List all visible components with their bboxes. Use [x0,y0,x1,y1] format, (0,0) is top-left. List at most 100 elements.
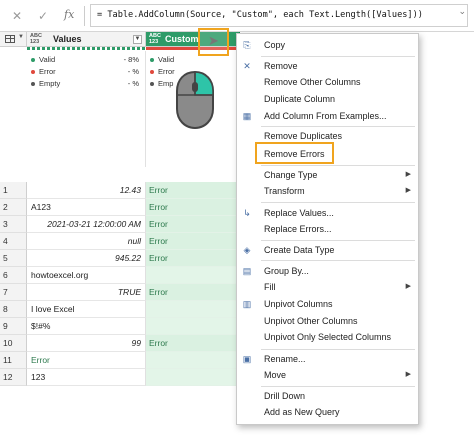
menu-item-label: Move [264,370,287,380]
cell-values[interactable]: 123 [27,369,146,386]
cell-values[interactable]: A123 [27,199,146,216]
remove-column-icon: ✕ [243,61,251,71]
cell-values[interactable]: howtoexcel.org [27,267,146,284]
menu-item-label: Remove Duplicates [264,131,343,141]
cell-custom[interactable]: Error [146,284,240,301]
formula-bar: ✕ ✓ fx = Table.AddColumn(Source, "Custom… [0,0,474,32]
menu-item-create-data-type[interactable]: ◈ Create Data Type [237,243,418,258]
row-number[interactable]: 9 [0,318,27,335]
cell-custom[interactable]: Error [146,216,240,233]
menu-item-unpivot-only-selected-columns[interactable]: Unpivot Only Selected Columns [237,330,418,345]
menu-item-label: Unpivot Other Columns [264,316,358,326]
row-number[interactable]: 10 [0,335,27,352]
menu-item-fill[interactable]: Fill ▶ [237,280,418,295]
menu-item-label: Add as New Query [264,407,340,417]
cell-values[interactable]: 945.22 [27,250,146,267]
column-header-values[interactable]: ABC 123 Values ▼ [27,32,146,47]
cell-values[interactable]: Error [27,352,146,369]
row-number[interactable]: 3 [0,216,27,233]
menu-item-remove[interactable]: ✕ Remove [237,59,418,74]
menu-item-label: Change Type [264,170,318,180]
column-context-menu: ⎘ Copy ✕ Remove Remove Other Columns Duplicat… [236,33,419,425]
cell-values[interactable]: 99 [27,335,146,352]
cell-values[interactable]: 2021-03-21 12:00:00 AM [27,216,146,233]
group-by-icon: ▤ [242,266,252,276]
cell-custom[interactable] [146,267,240,284]
row-number[interactable]: 12 [0,369,27,386]
cell-custom[interactable]: Error [146,250,240,267]
cell-values[interactable]: 12.43 [27,182,146,199]
valid-dot [31,58,35,63]
check-icon[interactable]: ✓ [36,9,50,23]
menu-item-rename[interactable]: ▣ Rename... [237,352,418,367]
menu-item-replace-errors[interactable]: Replace Errors... [237,222,418,237]
cell-custom[interactable]: Error [146,233,240,250]
data-grid: ▼ ABC 123 Values ▼ ABC 123 Custom Valid - … [0,32,270,438]
menu-separator [261,165,415,166]
column-title: Custom [165,34,199,44]
menu-item-label: Copy [264,40,286,50]
row-number[interactable]: 4 [0,233,27,250]
table-menu-button[interactable]: ▼ [0,32,27,47]
row-number[interactable]: 5 [0,250,27,267]
menu-item-label: Rename... [264,354,306,364]
data-type-icon: ◈ [243,245,251,255]
row-number[interactable]: 2 [0,199,27,216]
mouse-illustration [176,71,214,129]
type-icon[interactable]: ABC 123 [30,33,42,45]
menu-item-label: Unpivot Columns [264,299,333,309]
cell-values[interactable]: $!#% [27,318,146,335]
menu-item-replace-values[interactable]: ↳ Replace Values... [237,206,418,221]
chevron-down-icon: ▼ [18,34,24,40]
menu-separator [261,240,415,241]
menu-item-transform[interactable]: Transform ▶ [237,184,418,199]
menu-item-label: Replace Errors... [264,224,332,234]
menu-item-move[interactable]: Move ▶ [237,368,418,383]
formula-input[interactable]: = Table.AddColumn(Source, "Custom", each… [90,4,468,27]
menu-item-drill-down[interactable]: Drill Down [237,389,418,404]
menu-item-label: Group By... [264,266,309,276]
cell-values[interactable]: TRUE [27,284,146,301]
formula-divider [84,6,85,26]
cell-custom[interactable] [146,301,240,318]
cell-values[interactable]: I love Excel [27,301,146,318]
row-number[interactable]: 11 [0,352,27,369]
chevron-down-icon[interactable]: ⌄ [458,6,466,17]
menu-item-add-as-new-query[interactable]: Add as New Query [237,405,418,420]
menu-item-unpivot-columns[interactable]: ▥ Unpivot Columns [237,297,418,312]
cell-custom[interactable]: Error [146,335,240,352]
menu-item-remove-other-columns[interactable]: Remove Other Columns [237,75,418,90]
type-icon[interactable]: ABC 123 [149,33,161,45]
menu-item-duplicate-column[interactable]: Duplicate Column [237,92,418,107]
cell-values[interactable]: null [27,233,146,250]
cell-custom[interactable]: Error [146,199,240,216]
cell-custom[interactable]: Error [146,182,240,199]
remove-errors-highlight [255,142,334,164]
menu-item-label: Remove [264,61,298,71]
row-number[interactable]: 8 [0,301,27,318]
submenu-arrow-icon: ▶ [405,371,411,378]
submenu-arrow-icon: ▶ [405,171,411,178]
menu-item-group-by[interactable]: ▤ Group By... [237,264,418,279]
row-number[interactable]: 1 [0,182,27,199]
cursor-arrow-icon: ➤ [208,33,219,48]
close-icon[interactable]: ✕ [10,9,24,23]
row-number[interactable]: 7 [0,284,27,301]
profile-error: Error - % [31,67,139,78]
cell-custom[interactable] [146,369,240,386]
menu-item-copy[interactable]: ⎘ Copy [237,38,418,53]
menu-item-unpivot-other-columns[interactable]: Unpivot Other Columns [237,314,418,329]
rename-icon: ▣ [242,354,252,364]
column-title: Values [53,34,82,44]
cell-custom[interactable] [146,318,240,335]
filter-dropdown-icon[interactable]: ▼ [133,35,142,44]
cell-custom[interactable] [146,352,240,369]
menu-separator [261,202,415,203]
menu-item-label: Replace Values... [264,208,334,218]
menu-item-add-column-from-examples[interactable]: ▦ Add Column From Examples... [237,109,418,124]
copy-icon: ⎘ [243,40,251,50]
quality-bar-values [27,47,146,50]
header-hover-highlight: ➤ [198,28,229,56]
row-number[interactable]: 6 [0,267,27,284]
menu-item-change-type[interactable]: Change Type ▶ [237,168,418,183]
